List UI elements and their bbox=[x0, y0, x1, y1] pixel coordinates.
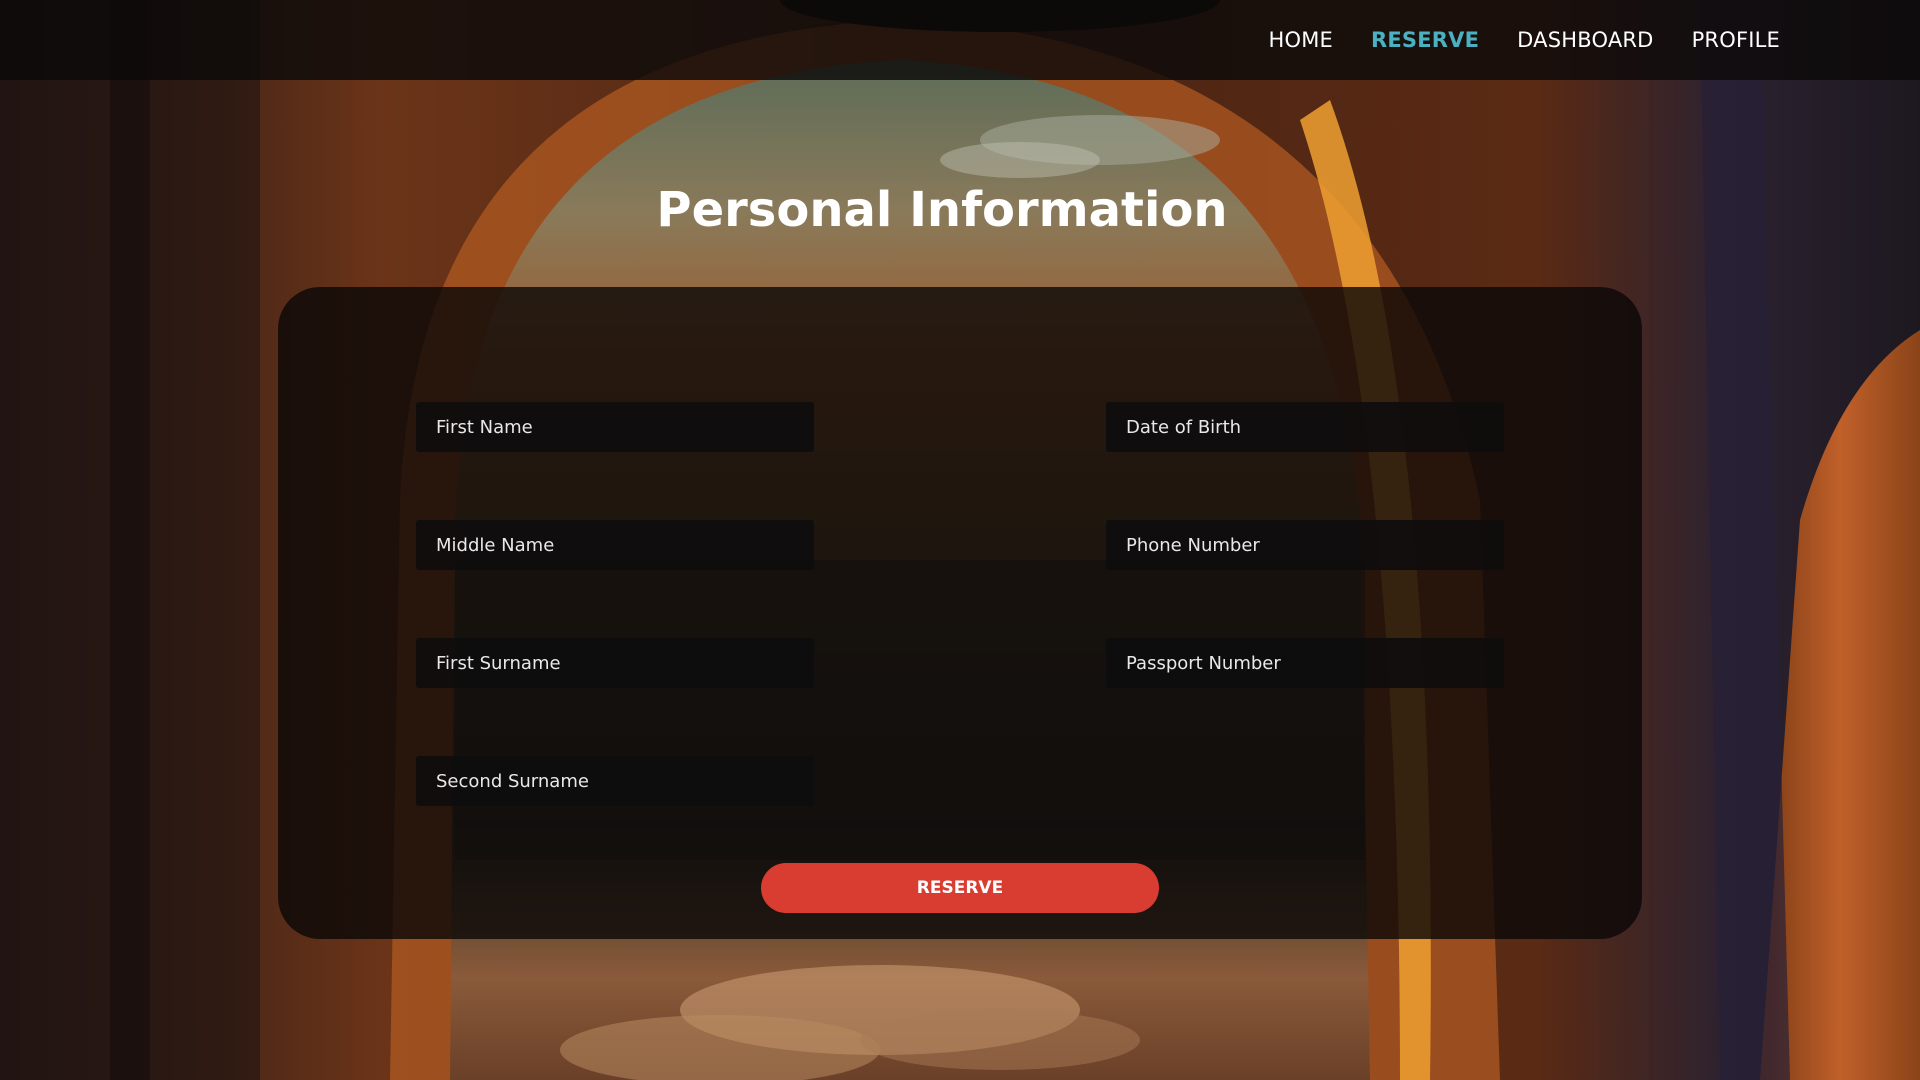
first-surname-field[interactable]: First Surname bbox=[416, 638, 814, 688]
passport-number-field[interactable]: Passport Number bbox=[1106, 638, 1504, 688]
page-title: Personal Information bbox=[656, 182, 1228, 238]
date-of-birth-placeholder: Date of Birth bbox=[1126, 416, 1242, 438]
nav-dashboard[interactable]: DASHBOARD bbox=[1517, 28, 1653, 52]
reserve-button[interactable]: RESERVE bbox=[761, 863, 1159, 913]
personal-info-form: First Name Middle Name First Surname Sec… bbox=[278, 287, 1642, 939]
top-navbar: HOME RESERVE DASHBOARD PROFILE bbox=[0, 0, 1920, 80]
nav-profile[interactable]: PROFILE bbox=[1692, 28, 1780, 52]
middle-name-placeholder: Middle Name bbox=[436, 534, 555, 556]
second-surname-placeholder: Second Surname bbox=[436, 770, 589, 792]
first-name-field[interactable]: First Name bbox=[416, 402, 814, 452]
nav-home[interactable]: HOME bbox=[1268, 28, 1333, 52]
phone-number-placeholder: Phone Number bbox=[1126, 534, 1260, 556]
phone-number-field[interactable]: Phone Number bbox=[1106, 520, 1504, 570]
nav-links: HOME RESERVE DASHBOARD PROFILE bbox=[1268, 0, 1780, 80]
passport-number-placeholder: Passport Number bbox=[1126, 652, 1281, 674]
second-surname-field[interactable]: Second Surname bbox=[416, 756, 814, 806]
nav-reserve[interactable]: RESERVE bbox=[1371, 28, 1479, 52]
middle-name-field[interactable]: Middle Name bbox=[416, 520, 814, 570]
date-of-birth-field[interactable]: Date of Birth bbox=[1106, 402, 1504, 452]
first-surname-placeholder: First Surname bbox=[436, 652, 561, 674]
first-name-placeholder: First Name bbox=[436, 416, 533, 438]
